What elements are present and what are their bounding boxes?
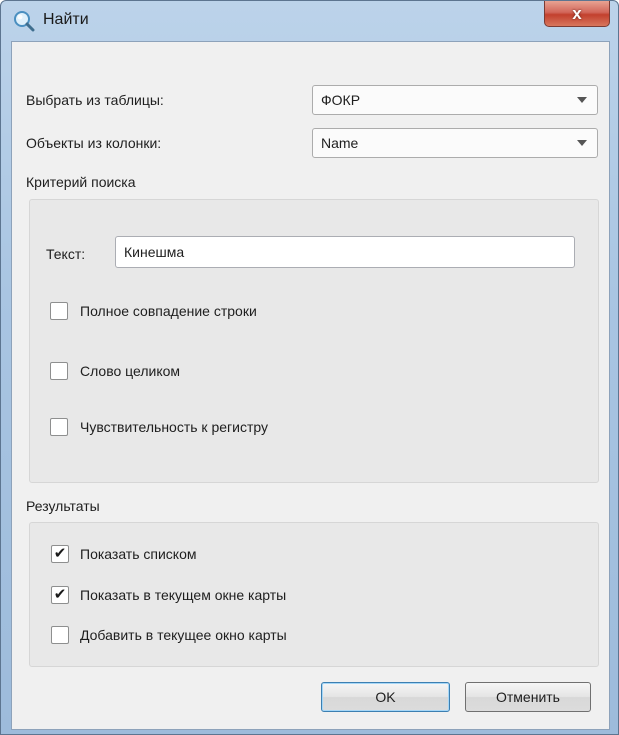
show-in-map-checkbox[interactable]: ✔ xyxy=(51,586,69,604)
table-select-value: ФОКР xyxy=(321,92,361,108)
exact-match-label: Полное совпадение строки xyxy=(80,303,257,319)
find-dialog: Найти x Выбрать из таблицы: ФОКР Объекты… xyxy=(0,0,619,735)
chevron-down-icon xyxy=(577,97,587,103)
results-heading: Результаты xyxy=(26,498,100,514)
search-criteria-group: Текст: Полное совпадение строки Слово це… xyxy=(29,199,599,483)
table-select[interactable]: ФОКР xyxy=(312,85,598,115)
close-icon: x xyxy=(572,3,582,23)
case-sensitive-checkbox[interactable] xyxy=(50,418,68,436)
column-label: Объекты из колонки: xyxy=(26,135,162,151)
show-in-map-label: Показать в текущем окне карты xyxy=(80,587,287,603)
close-button[interactable]: x xyxy=(544,1,610,27)
cancel-button[interactable]: Отменить xyxy=(465,682,591,712)
window-title: Найти xyxy=(43,11,89,28)
whole-word-label: Слово целиком xyxy=(80,363,181,379)
search-text-field[interactable] xyxy=(115,236,575,268)
search-criteria-heading: Критерий поиска xyxy=(26,174,136,190)
chevron-down-icon xyxy=(577,140,587,146)
ok-button[interactable]: OK xyxy=(321,682,450,712)
check-icon: ✔ xyxy=(53,586,67,603)
whole-word-checkbox[interactable] xyxy=(50,362,68,380)
dialog-body: Выбрать из таблицы: ФОКР Объекты из коло… xyxy=(11,41,610,730)
exact-match-checkbox[interactable] xyxy=(50,302,68,320)
table-label: Выбрать из таблицы: xyxy=(26,92,164,108)
search-magnifier-icon xyxy=(14,11,35,32)
add-to-map-label: Добавить в текущее окно карты xyxy=(80,627,287,643)
search-text-input[interactable] xyxy=(116,237,574,267)
check-icon: ✔ xyxy=(53,545,67,562)
title-bar[interactable]: Найти x xyxy=(1,1,618,41)
add-to-map-checkbox[interactable] xyxy=(51,626,69,644)
show-list-label: Показать списком xyxy=(80,546,197,562)
case-sensitive-label: Чувствительность к регистру xyxy=(80,419,268,435)
show-list-checkbox[interactable]: ✔ xyxy=(51,545,69,563)
column-select-value: Name xyxy=(321,135,359,151)
results-group: ✔ Показать списком ✔ Показать в текущем … xyxy=(29,522,599,667)
text-label: Текст: xyxy=(46,246,86,262)
column-select[interactable]: Name xyxy=(312,128,598,158)
